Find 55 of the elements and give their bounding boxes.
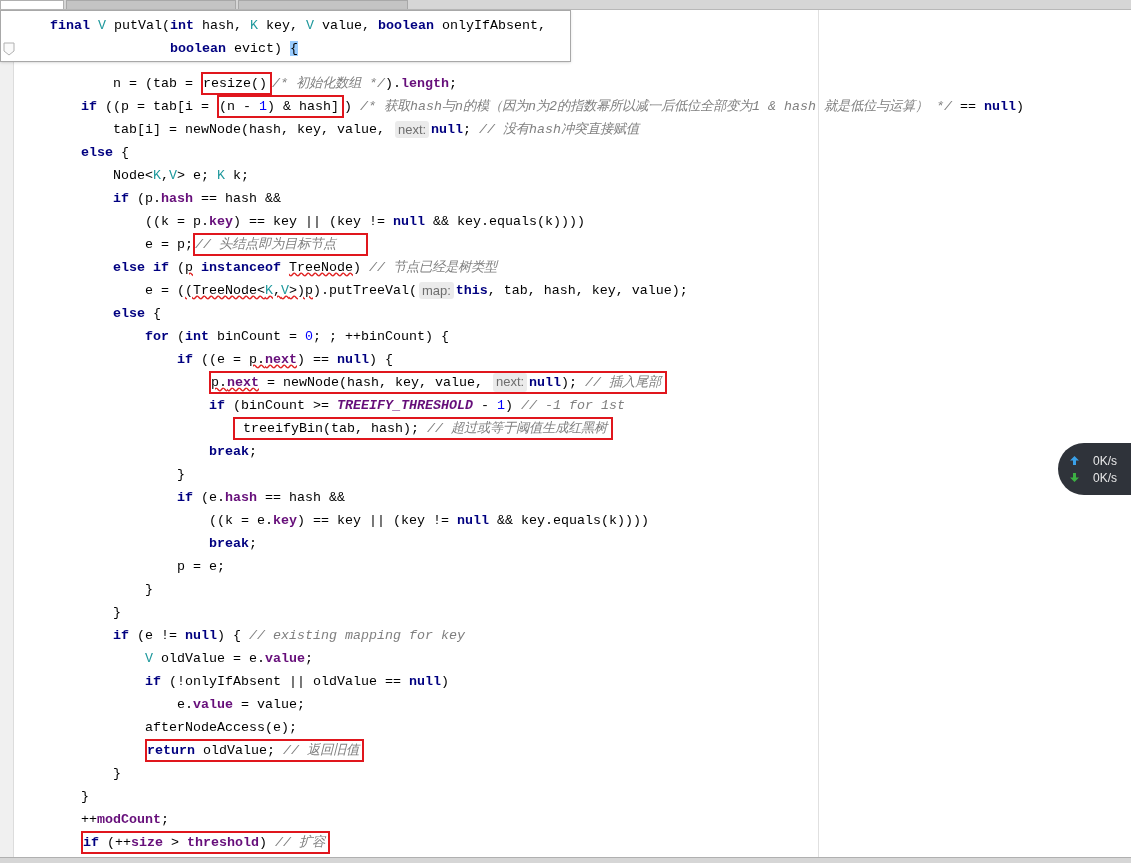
code-text: return oldValue; // 返回旧值: [147, 742, 359, 760]
code-text: // 头结点即为目标节点: [195, 236, 336, 254]
editor-tab[interactable]: [0, 0, 64, 9]
editor-tab[interactable]: [66, 0, 236, 9]
code-text: p.next = newNode(hash, key, value,: [210, 374, 484, 392]
code-text: tab[i] = newNode(hash, key, value,: [113, 120, 386, 139]
code-text: V oldValue = e.value;: [145, 649, 313, 668]
parameter-hint: next:: [492, 373, 528, 392]
code-text: e = ((TreeNode<K,V>)p).putTreeVal(: [145, 281, 417, 300]
code-text: null); // 插入尾部: [529, 374, 662, 392]
speed-reading: 0K/s: [1093, 470, 1117, 485]
code-text: if (e.hash == hash &&: [176, 488, 345, 507]
code-text: for (int binCount = 0; ; ++binCount) {: [145, 327, 449, 346]
fold-icon: [3, 42, 15, 56]
code-text: break;: [208, 442, 257, 461]
parameter-hint: map:: [418, 282, 454, 299]
editor-tab[interactable]: [238, 0, 408, 9]
code-text: if (e != null) { // existing mapping for key: [113, 626, 465, 645]
download-arrow-icon: [1070, 473, 1079, 482]
code-text: p = e;: [176, 557, 225, 576]
speed-reading: 0K/s: [1093, 453, 1117, 468]
code-text: if ((e = p.next) == null) {: [176, 350, 393, 369]
parameter-hint: next:: [394, 121, 430, 138]
code-text: else if (p instanceof TreeNode) // 节点已经是树类型: [113, 258, 497, 277]
code-text: treeifyBin(tab, hash); // 超过或等于阈值生成红黑树: [242, 420, 607, 438]
code-text: }: [145, 580, 153, 599]
code-text: afterNodeAccess(e);: [145, 718, 297, 737]
code-text: (n - 1) & hash]: [219, 98, 339, 116]
code-text: }: [176, 465, 185, 484]
code-text: if ((p = tab[i =: [81, 97, 210, 116]
code-text: }: [81, 787, 89, 806]
code-text: resize(): [202, 75, 267, 93]
code-text: if (p.hash == hash &&: [113, 189, 281, 208]
code-text: break;: [208, 534, 257, 553]
code-text: n = (tab =: [113, 74, 194, 93]
code-text: ) /* 获取hash与n的模（因为n为2的指数幂所以减一后低位全部变为1 & hash 就是低位与运算） */ == null): [343, 97, 1024, 116]
code-text: this, tab, hash, key, value);: [455, 281, 688, 300]
code-text: ++modCount;: [81, 810, 169, 829]
code-text: }: [113, 764, 121, 783]
code-text: boolean evict) {: [169, 39, 298, 58]
code-text: ((k = p.key) == key || (key != null && key.equals(k)))): [145, 212, 585, 231]
code-text: if (!onlyIfAbsent || oldValue == null): [145, 672, 449, 691]
code-text: if (++size > threshold) // 扩容: [83, 834, 325, 852]
upload-arrow-icon: [1070, 456, 1079, 465]
code-text: else {: [113, 304, 161, 323]
code-text: e.value = value;: [176, 695, 305, 714]
code-text: Node<K,V> e; K k;: [113, 166, 249, 185]
code-text: null; // 没有hash冲突直接赋值: [431, 120, 640, 139]
code-text: if (binCount >= TREEIFY_THRESHOLD - 1) // -1 for 1st: [208, 396, 625, 415]
code-text: e = p;: [145, 235, 193, 254]
code-text: }: [113, 603, 121, 622]
code-text: /* 初始化数组 */).length;: [271, 74, 457, 93]
code-text: final V putVal(int hash, K key, V value, boolean onlyIfAbsent,: [50, 16, 546, 35]
code-text: else {: [81, 143, 129, 162]
code-text: ((k = e.key) == key || (key != null && key.equals(k)))): [208, 511, 649, 530]
